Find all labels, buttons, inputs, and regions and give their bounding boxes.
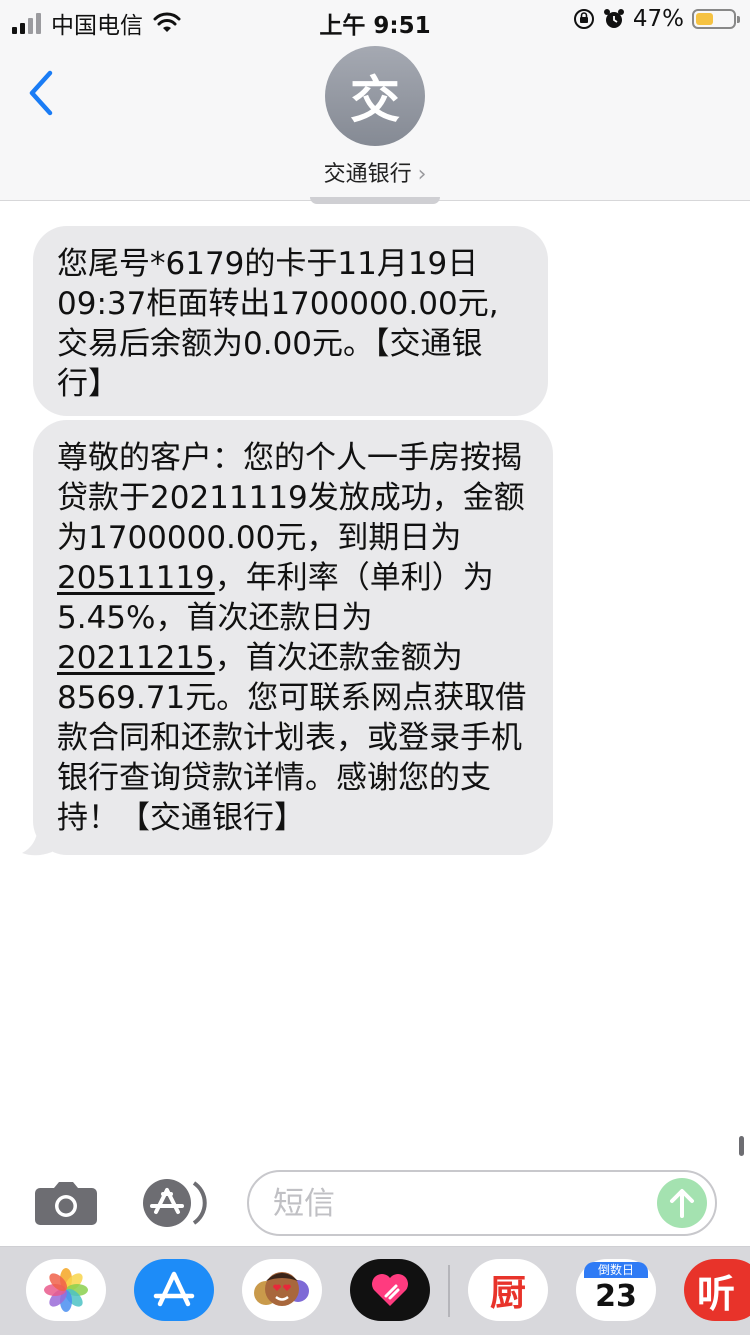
app-store-button[interactable] xyxy=(142,1178,212,1228)
camera-button[interactable] xyxy=(34,1180,98,1226)
countdown-value: 23 xyxy=(595,1279,637,1314)
photos-app-button[interactable] xyxy=(26,1259,106,1321)
memoji-app-button[interactable] xyxy=(242,1259,322,1321)
clipped-timestamp xyxy=(310,197,440,205)
app-drawer: 厨 倒数日 23 听 xyxy=(0,1246,750,1335)
message-input[interactable] xyxy=(271,1182,655,1226)
camera-icon xyxy=(35,1182,97,1225)
send-button[interactable] xyxy=(657,1178,707,1228)
message-segment: 尊敬的客户：您的个人一手房按揭贷款于20211119发放成功，金额为170000… xyxy=(57,440,525,556)
contact-avatar[interactable]: 交 xyxy=(325,46,425,146)
back-button[interactable] xyxy=(26,68,56,126)
chevron-right-icon: › xyxy=(417,162,427,187)
countdown-label: 倒数日 xyxy=(584,1262,648,1278)
digital-touch-app-button[interactable] xyxy=(350,1259,430,1321)
message-input-box[interactable] xyxy=(247,1170,717,1236)
countdown-app-icon: 倒数日 23 xyxy=(584,1262,648,1318)
battery-fill xyxy=(696,13,713,25)
countdown-app-button[interactable]: 倒数日 23 xyxy=(576,1259,656,1321)
listen-app-button[interactable]: 听 xyxy=(684,1259,750,1321)
send-arrow-icon xyxy=(670,1189,694,1218)
chevron-left-icon xyxy=(29,70,53,116)
date-link[interactable]: 20511119 xyxy=(57,560,215,596)
status-bar: 中国电信 上午 9:51 47% xyxy=(0,0,750,40)
conversation-header: 交 交通银行 › xyxy=(0,40,750,201)
scroll-indicator[interactable] xyxy=(739,1136,744,1156)
app-store-app-button[interactable] xyxy=(134,1259,214,1321)
contact-name-button[interactable]: 交通银行 › xyxy=(0,156,750,188)
photos-icon xyxy=(44,1268,88,1312)
battery-percent: 47% xyxy=(632,6,684,32)
digital-touch-icon xyxy=(372,1274,408,1306)
message-segment: 您尾号*6179的卡于11月19日09:37柜面转出1700000.00元,交易… xyxy=(57,246,499,402)
alarm-icon xyxy=(603,9,624,28)
message-text: 尊敬的客户：您的个人一手房按揭贷款于20211119发放成功，金额为170000… xyxy=(57,440,526,836)
message-text: 您尾号*6179的卡于11月19日09:37柜面转出1700000.00元,交易… xyxy=(57,246,499,402)
listen-app-icon: 听 xyxy=(696,1271,735,1316)
orientation-lock-icon xyxy=(573,9,594,29)
contact-name: 交通银行 xyxy=(323,162,412,187)
message-bubble[interactable]: 尊敬的客户：您的个人一手房按揭贷款于20211119发放成功，金额为170000… xyxy=(33,420,553,855)
kitchen-app-button[interactable]: 厨 xyxy=(468,1259,548,1321)
app-store-icon xyxy=(143,1179,207,1227)
kitchen-app-icon: 厨 xyxy=(489,1273,526,1314)
date-link[interactable]: 20211215 xyxy=(57,640,215,676)
app-store-icon xyxy=(153,1271,195,1307)
battery-icon xyxy=(692,9,740,29)
bubble-tail xyxy=(22,828,52,856)
drawer-divider xyxy=(448,1265,450,1317)
status-right: 47% xyxy=(573,6,740,32)
message-bubble[interactable]: 您尾号*6179的卡于11月19日09:37柜面转出1700000.00元,交易… xyxy=(33,226,548,416)
memoji-icon xyxy=(254,1272,309,1306)
